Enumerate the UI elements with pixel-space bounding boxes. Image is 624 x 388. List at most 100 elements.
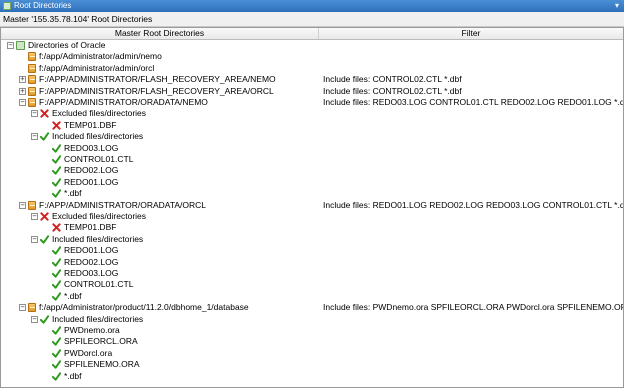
tree-row[interactable]: *.dbf (1, 188, 623, 199)
tree-row[interactable]: *.dbf (1, 291, 623, 302)
tree-row[interactable]: TEMP01.DBF (1, 120, 623, 131)
tree-node: − Included files/directories (31, 131, 143, 142)
tree-row[interactable]: f:/app/Administrator/admin/orcl (1, 63, 623, 74)
collapse-icon[interactable]: − (7, 42, 14, 49)
tree-node-label: f:/app/Administrator/product/11.2.0/dbho… (39, 302, 249, 313)
tree-node: + F:/APP/ADMINISTRATOR/FLASH_RECOVERY_ARE… (19, 74, 276, 85)
tree-node-label: Included files/directories (52, 131, 144, 142)
tree-node: PWDnemo.ora (43, 325, 120, 336)
database-root-icon (16, 41, 25, 50)
green-check-icon (51, 337, 62, 347)
tree-row[interactable]: PWDorcl.ora (1, 348, 623, 359)
tree-node-label: F:/APP/ADMINISTRATOR/FLASH_RECOVERY_AREA… (39, 74, 276, 85)
tree-node: − F:/APP/ADMINISTRATOR/ORADATA/ORCL (19, 200, 206, 211)
tree-row[interactable]: − Included files/directories (1, 131, 623, 142)
tree-node: TEMP01.DBF (43, 222, 116, 233)
tree-node: REDO01.LOG (43, 177, 118, 188)
green-check-icon (51, 143, 62, 153)
tree-node: CONTROL01.CTL (43, 154, 133, 165)
tree-row[interactable]: − F:/APP/ADMINISTRATOR/ORADATA/NEMO Includ… (1, 97, 624, 108)
tree-node: − f:/app/Administrator/product/11.2.0/dbh… (19, 302, 249, 313)
tree-row[interactable]: − Included files/directories (1, 234, 623, 245)
green-check-icon (51, 178, 62, 187)
tree-node-label: PWDorcl.ora (64, 347, 113, 358)
tree-node: *.dbf (43, 188, 82, 199)
tree-node-label: Included files/directories (52, 313, 144, 324)
tree-node-label: *.dbf (64, 290, 82, 301)
tree-node: TEMP01.DBF (43, 120, 116, 131)
tree-node-label: Directories of Oracle (28, 40, 106, 50)
tree-node-label: REDO03.LOG (64, 268, 119, 278)
window-title: Root Directories (14, 1, 72, 10)
column-header-master-root-directories[interactable]: Master Root Directories (1, 27, 319, 39)
green-check-icon (51, 360, 62, 369)
tree-row[interactable]: TEMP01.DBF (1, 222, 623, 233)
tree-node-label: REDO02.LOG (64, 165, 119, 176)
tree-row[interactable]: REDO01.LOG (1, 177, 623, 188)
master-root-caption: Master '155.35.78.104' Root Directories (0, 12, 624, 27)
tree-row[interactable]: REDO02.LOG (1, 165, 623, 176)
collapse-icon[interactable]: − (19, 201, 26, 209)
collapse-icon[interactable]: − (31, 110, 38, 118)
tree-node: − F:/APP/ADMINISTRATOR/ORADATA/NEMO (19, 97, 208, 108)
tree-row[interactable]: f:/app/Administrator/admin/nemo (1, 51, 623, 62)
tree-row[interactable]: − f:/app/Administrator/product/11.2.0/dbh… (1, 302, 624, 313)
tree-row[interactable]: − Directories of Oracle (1, 40, 623, 51)
tree-row[interactable]: REDO03.LOG (1, 268, 623, 279)
tree-node-label: f:/app/Administrator/admin/nemo (39, 51, 162, 62)
tree-node-label: PWDnemo.ora (64, 325, 120, 335)
red-cross-icon (52, 121, 61, 130)
collapse-icon[interactable]: − (31, 133, 38, 141)
tree-node-label: Included files/directories (52, 233, 144, 244)
tree-row[interactable]: CONTROL01.CTL (1, 279, 623, 290)
tree-row[interactable]: + F:/APP/ADMINISTRATOR/FLASH_RECOVERY_ARE… (1, 86, 623, 97)
tree-node: SPFILEORCL.ORA (43, 336, 138, 347)
green-check-icon (51, 246, 62, 255)
tree-row-filter: Include files: PWDnemo.ora SPFILEORCL.OR… (323, 302, 624, 313)
tree-node-label: SPFILENEMO.ORA (64, 359, 140, 370)
tree-node-label: *.dbf (64, 188, 82, 199)
green-check-icon (51, 349, 62, 358)
tree-node: − Included files/directories (31, 234, 143, 245)
tree-node: − Directories of Oracle (7, 40, 105, 51)
tree-row[interactable]: *.dbf (1, 371, 623, 382)
tree-row[interactable]: REDO03.LOG (1, 143, 623, 154)
folder-icon (28, 86, 36, 96)
collapse-icon[interactable]: − (19, 304, 26, 312)
tree-node: REDO02.LOG (43, 165, 118, 176)
green-check-icon (51, 155, 62, 164)
tree-row[interactable]: + F:/APP/ADMINISTRATOR/FLASH_RECOVERY_ARE… (1, 74, 623, 85)
pin-icon[interactable]: ▾ (613, 0, 621, 12)
tree-node-label: Excluded files/directories (52, 211, 147, 221)
expand-icon[interactable]: + (19, 76, 26, 84)
tree-node: − Included files/directories (31, 314, 143, 325)
tree-row-filter: Include files: REDO01.LOG REDO02.LOG RED… (323, 199, 624, 210)
column-header-filter[interactable]: Filter (319, 27, 623, 39)
collapse-icon[interactable]: − (19, 99, 26, 106)
tree-row[interactable]: PWDnemo.ora (1, 325, 623, 336)
tree-node: REDO01.LOG (43, 245, 118, 256)
green-check-icon (51, 280, 62, 290)
window-titlebar: Root Directories ▾ (0, 0, 624, 12)
collapse-icon[interactable]: − (31, 213, 38, 220)
tree-row[interactable]: SPFILEORCL.ORA (1, 336, 623, 347)
tree-row[interactable]: − Excluded files/directories (1, 108, 623, 119)
collapse-icon[interactable]: − (31, 315, 38, 323)
tree-row[interactable]: − F:/APP/ADMINISTRATOR/ORADATA/ORCL Includ… (1, 199, 624, 211)
green-check-icon (51, 166, 62, 176)
tree-row[interactable]: SPFILENEMO.ORA (1, 359, 623, 370)
tree-row-filter: Include files: REDO03.LOG CONTROL01.CTL … (323, 97, 624, 107)
tree-row[interactable]: CONTROL01.CTL (1, 154, 623, 165)
tree-row[interactable]: REDO01.LOG (1, 245, 623, 256)
tree-node-label: f:/app/Administrator/admin/orcl (39, 62, 155, 73)
app-icon (3, 2, 11, 10)
tree-row[interactable]: − Included files/directories (1, 314, 623, 325)
expand-icon[interactable]: + (19, 87, 26, 95)
tree-row[interactable]: REDO02.LOG (1, 257, 623, 268)
tree-node-label: REDO02.LOG (64, 256, 119, 267)
collapse-icon[interactable]: − (31, 235, 38, 243)
tree-node: CONTROL01.CTL (43, 279, 133, 290)
green-check-icon (51, 269, 62, 278)
tree-row-filter: Include files: CONTROL02.CTL *.dbf (323, 85, 462, 96)
tree-row[interactable]: − Excluded files/directories (1, 211, 623, 222)
